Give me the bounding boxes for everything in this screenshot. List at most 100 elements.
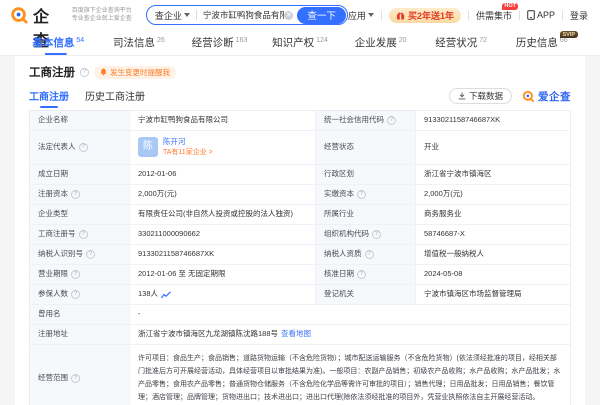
legal-rep-lines: 陈开河TA有11家企业 >: [163, 137, 213, 158]
field-value: 138人: [130, 285, 316, 305]
field-value-text: 浙江省宁波市镇海区: [424, 169, 492, 180]
nav-tab-count: 20: [399, 37, 407, 44]
tab-history-registration[interactable]: 历史工商注册: [85, 88, 145, 108]
apps-menu[interactable]: 应用: [348, 9, 374, 22]
logo-slogan: 百度旗下企业查询平台 专业查企业就上爱企查: [72, 7, 132, 23]
nav-tab-经营状况[interactable]: 经营状况72: [421, 30, 502, 55]
info-icon[interactable]: ?: [71, 190, 80, 199]
info-icon[interactable]: ?: [71, 290, 80, 299]
aiqicha-logo-icon: [522, 90, 535, 103]
app-download-link[interactable]: APP: [527, 10, 555, 20]
clear-icon[interactable]: ✕: [284, 11, 293, 20]
info-icon[interactable]: ?: [357, 190, 366, 199]
nav-tab-label: 司法信息: [113, 35, 155, 50]
registration-info-table: 企业名称宁波市缸鸭狗食品有限公司统一社会信用代码?913302115874668…: [29, 110, 571, 405]
field-value-text: 有限责任公司(非自然人投资或控股的法人独资): [138, 209, 293, 220]
field-value-text: 浙江省宁波市镇海区九龙湖镇陈沈路188号: [138, 329, 278, 340]
related-companies-link[interactable]: TA有11家企业 >: [163, 148, 213, 158]
field-value: 宁波市镇海区市场监督管理局: [416, 285, 570, 305]
trend-chart-icon[interactable]: [161, 291, 171, 299]
field-value: 浙江省宁波市镇海区九龙湖镇陈沈路188号查看地图: [130, 325, 570, 345]
field-label: 经营状态: [316, 131, 416, 165]
field-value: 9133021158746687XK: [416, 111, 570, 131]
field-value-text: 商务服务业: [424, 209, 462, 220]
avatar: 陈: [138, 137, 158, 157]
change-alert-button[interactable]: 发生变更时提醒我: [94, 66, 176, 79]
field-value-text: 138人: [138, 289, 158, 300]
nav-tab-经营诊断[interactable]: 经营诊断163: [179, 30, 260, 55]
field-label-text: 工商注册号: [38, 229, 76, 240]
info-icon[interactable]: ?: [71, 374, 80, 383]
divider: [196, 10, 197, 20]
chevron-down-icon: [184, 13, 190, 17]
info-icon[interactable]: ?: [79, 230, 88, 239]
info-icon[interactable]: ?: [372, 230, 381, 239]
download-data-button[interactable]: 下载数据: [449, 88, 512, 104]
nav-tab-count: 163: [236, 37, 248, 44]
info-icon[interactable]: ?: [79, 143, 88, 152]
field-label: 登记机关: [316, 285, 416, 305]
info-icon[interactable]: ?: [86, 250, 95, 259]
supply-market-link[interactable]: 供需集市 HOT: [476, 9, 512, 22]
legal-rep-name-link[interactable]: 陈开河: [163, 137, 213, 148]
nav-tab-count: 26: [157, 37, 165, 44]
field-value-text: 330211000090662: [138, 229, 200, 240]
field-value: 330211000090662: [130, 225, 316, 245]
nav-tab-label: 企业发展: [355, 35, 397, 50]
tab-business-registration[interactable]: 工商注册: [29, 88, 69, 108]
field-value: 宁波市缸鸭狗食品有限公司: [130, 111, 316, 131]
info-icon[interactable]: ?: [357, 270, 366, 279]
search-category-dropdown[interactable]: 查企业: [155, 9, 190, 22]
field-value: 陈陈开河TA有11家企业 >: [130, 131, 316, 165]
login-link[interactable]: 登录: [570, 9, 588, 22]
section-title: 工商注册: [29, 64, 75, 80]
field-label: 企业名称: [30, 111, 130, 131]
view-map-link[interactable]: 查看地图: [281, 329, 311, 340]
nav-tab-count: 54: [76, 37, 84, 44]
field-label-text: 统一社会信用代码: [324, 115, 384, 126]
legal-representative: 陈陈开河TA有11家企业 >: [138, 137, 213, 158]
info-icon[interactable]: ?: [80, 68, 89, 77]
search-bar: 查企业 ✕ 查一下: [146, 5, 348, 25]
download-icon: [458, 92, 466, 100]
field-label: 纳税人识别号?: [30, 245, 130, 265]
field-value: 许可项目：食品生产；食品销售；道路货物运输（不含危险货物）；城市配送运输服务（不…: [130, 345, 570, 405]
field-label: 注册地址: [30, 325, 130, 345]
field-label-text: 纳税人资质: [324, 249, 362, 260]
field-label-text: 所属行业: [324, 209, 354, 220]
nav-tab-企业发展[interactable]: 企业发展20: [340, 30, 421, 55]
field-label-text: 经营范围: [38, 373, 68, 384]
info-icon[interactable]: ?: [71, 270, 80, 279]
field-label: 参保人数?: [30, 285, 130, 305]
field-label-text: 组织机构代码: [324, 229, 369, 240]
field-value-text: -: [138, 309, 141, 320]
field-label-text: 曾用名: [38, 309, 61, 320]
nav-tab-count: 124: [316, 37, 328, 44]
nav-tab-label: 历史信息: [516, 35, 558, 50]
nav-tab-司法信息[interactable]: 司法信息26: [99, 30, 180, 55]
field-label-text: 企业名称: [38, 115, 68, 126]
field-value: 2024-05-08: [416, 265, 570, 285]
promo-button[interactable]: 买2年送1年: [389, 8, 461, 23]
field-value: 开业: [416, 131, 570, 165]
field-label: 行政区划: [316, 165, 416, 185]
field-value: 商务服务业: [416, 205, 570, 225]
search-button[interactable]: 查一下: [297, 7, 346, 24]
nav-tab-历史信息[interactable]: 历史信息66SVIP: [501, 30, 582, 55]
search-input[interactable]: [203, 10, 285, 20]
nav-tab-count: 66: [560, 37, 568, 44]
field-value-text: 2012-01-06: [138, 169, 176, 180]
nav-tab-label: 知识产权: [272, 35, 314, 50]
nav-tab-基本信息[interactable]: 基本信息54: [18, 30, 99, 55]
info-icon[interactable]: ?: [387, 116, 396, 125]
nav-tab-知识产权[interactable]: 知识产权124: [260, 30, 341, 55]
info-icon[interactable]: ?: [365, 250, 374, 259]
field-label: 企业类型: [30, 205, 130, 225]
field-value-text: 增值税一般纳税人: [424, 249, 484, 260]
business-registration-card: 工商注册 ? 发生变更时提醒我 工商注册 历史工商注册 下载数据: [15, 56, 585, 405]
nav-tab-label: 经营状况: [435, 35, 477, 50]
field-label: 统一社会信用代码?: [316, 111, 416, 131]
divider: [468, 11, 469, 20]
divider: [562, 11, 563, 20]
field-value-text: 开业: [424, 142, 439, 153]
